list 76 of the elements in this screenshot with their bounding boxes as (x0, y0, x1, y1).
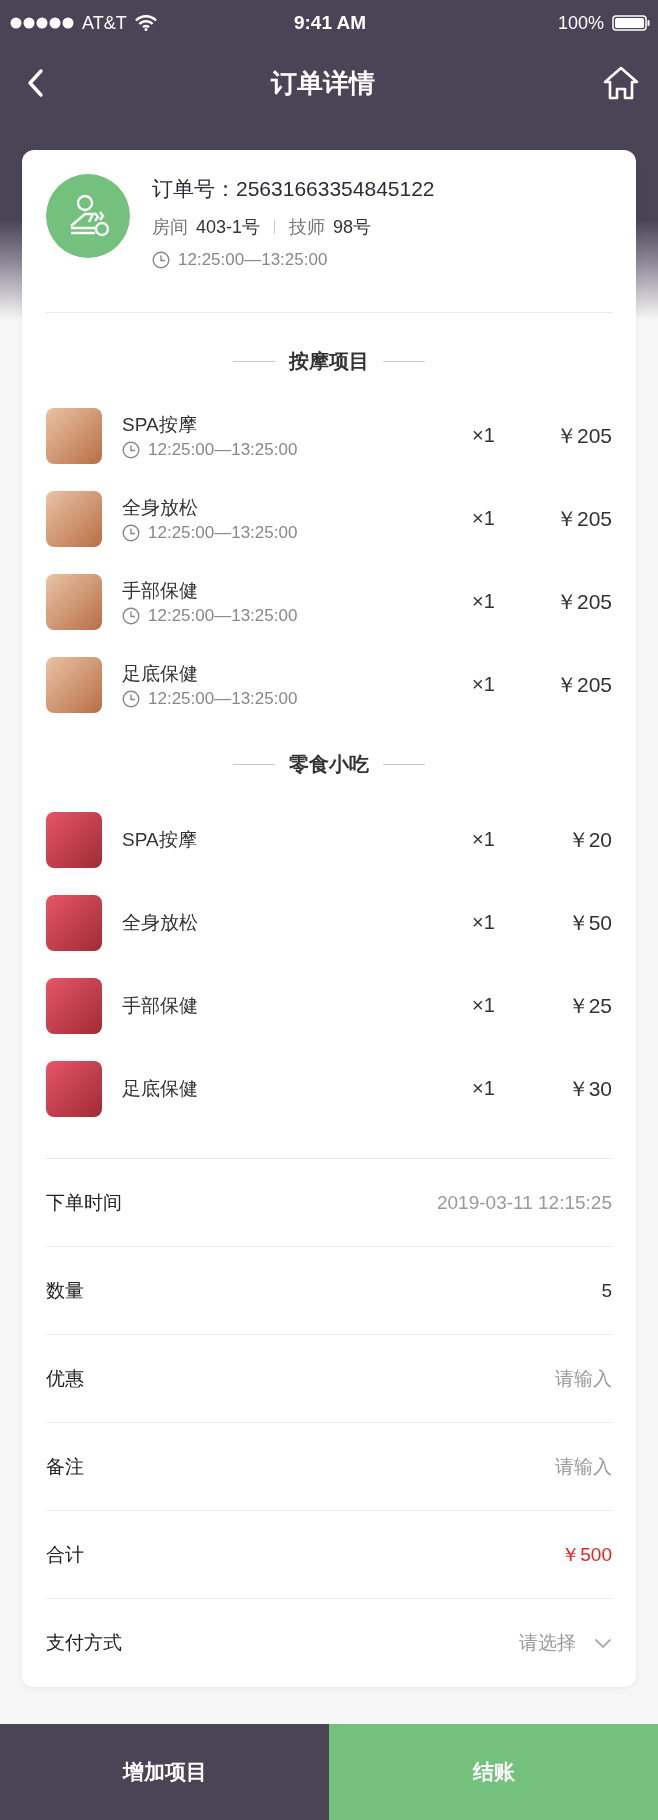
room-label: 房间 (152, 216, 188, 239)
battery-percent: 100% (557, 12, 604, 34)
photo-placeholder (46, 490, 102, 547)
photo-placeholder (46, 977, 102, 1034)
item-quantity: ×1 (472, 590, 496, 613)
input-field[interactable]: 请输入 (452, 1455, 612, 1478)
item-quantity: ×1 (472, 911, 496, 934)
photo-placeholder (46, 656, 102, 713)
technician-value: 98号 (333, 216, 372, 239)
item-price: ￥205 (554, 505, 612, 532)
item-price: ￥30 (566, 1075, 612, 1102)
item-name: SPA按摩 (122, 827, 198, 852)
item-quantity: ×1 (472, 994, 496, 1017)
section-title: 按摩项目 (289, 349, 369, 374)
field-label: 备注 (46, 1454, 84, 1479)
item-price: ￥205 (554, 588, 612, 615)
field-label: 优惠 (46, 1366, 84, 1391)
clock-icon (122, 440, 140, 459)
add-item-button[interactable]: 增加项目 (0, 1724, 329, 1820)
payment-dropdown[interactable]: 请选择 (519, 1630, 612, 1656)
clock-icon (122, 606, 140, 625)
field-label: 数量 (46, 1278, 84, 1303)
battery-icon (612, 15, 650, 31)
clock-icon (122, 689, 140, 708)
item-name: 全身放松 (122, 910, 199, 935)
massage-icon (46, 174, 130, 258)
clock-icon (152, 251, 170, 269)
service-time: 12:25:00—13:25:00 (178, 250, 328, 270)
order-number: 订单号：25631663354845122 (152, 176, 435, 202)
clock-icon (122, 523, 140, 542)
item-name: 手部保健 (122, 578, 199, 603)
checkout-button[interactable]: 结账 (329, 1724, 658, 1820)
field-value: 5 (601, 1279, 612, 1302)
photo-placeholder (46, 573, 102, 630)
section-title: 零食小吃 (289, 752, 369, 777)
carrier-text: AT&T (82, 12, 127, 34)
clock-text: 9:41 AM (293, 12, 367, 34)
signal-icon (10, 17, 74, 29)
item-name: 全身放松 (122, 495, 199, 520)
item-quantity: ×1 (472, 1077, 496, 1100)
field-value: 2019-03-11 12:15:25 (436, 1191, 612, 1214)
chevron-down-icon (594, 1637, 612, 1649)
item-name: 手部保健 (122, 993, 199, 1018)
item-time: 12:25:00—13:25:00 (148, 439, 298, 460)
item-price: ￥205 (554, 422, 612, 449)
room-value: 403-1号 (196, 216, 261, 239)
technician-label: 技师 (289, 216, 326, 239)
item-quantity: ×1 (472, 828, 496, 851)
item-name: 足底保健 (122, 1076, 199, 1101)
photo-placeholder (46, 1060, 102, 1117)
field-label: 支付方式 (46, 1631, 122, 1655)
field-label: 合计 (46, 1542, 84, 1567)
field-label: 下单时间 (46, 1190, 122, 1215)
item-name: SPA按摩 (122, 412, 198, 437)
item-price: ￥25 (566, 992, 612, 1019)
item-price: ￥205 (554, 671, 612, 698)
home-icon (602, 65, 640, 101)
item-time: 12:25:00—13:25:00 (148, 522, 298, 543)
home-button[interactable] (602, 65, 640, 101)
input-field[interactable]: 请输入 (452, 1367, 612, 1390)
item-time: 12:25:00—13:25:00 (148, 688, 298, 709)
item-time: 12:25:00—13:25:00 (148, 605, 298, 626)
wifi-icon (134, 15, 157, 31)
item-quantity: ×1 (472, 673, 496, 696)
photo-placeholder (46, 407, 102, 464)
back-icon (26, 68, 44, 98)
photo-placeholder (46, 811, 102, 868)
page-title: 订单详情 (271, 66, 375, 100)
back-button[interactable] (26, 68, 44, 98)
photo-placeholder (46, 894, 102, 951)
item-name: 足底保健 (122, 661, 199, 686)
item-quantity: ×1 (472, 507, 496, 530)
item-price: ￥20 (566, 826, 612, 853)
item-quantity: ×1 (472, 424, 496, 447)
field-value: ￥500 (561, 1542, 612, 1567)
item-price: ￥50 (566, 909, 612, 936)
